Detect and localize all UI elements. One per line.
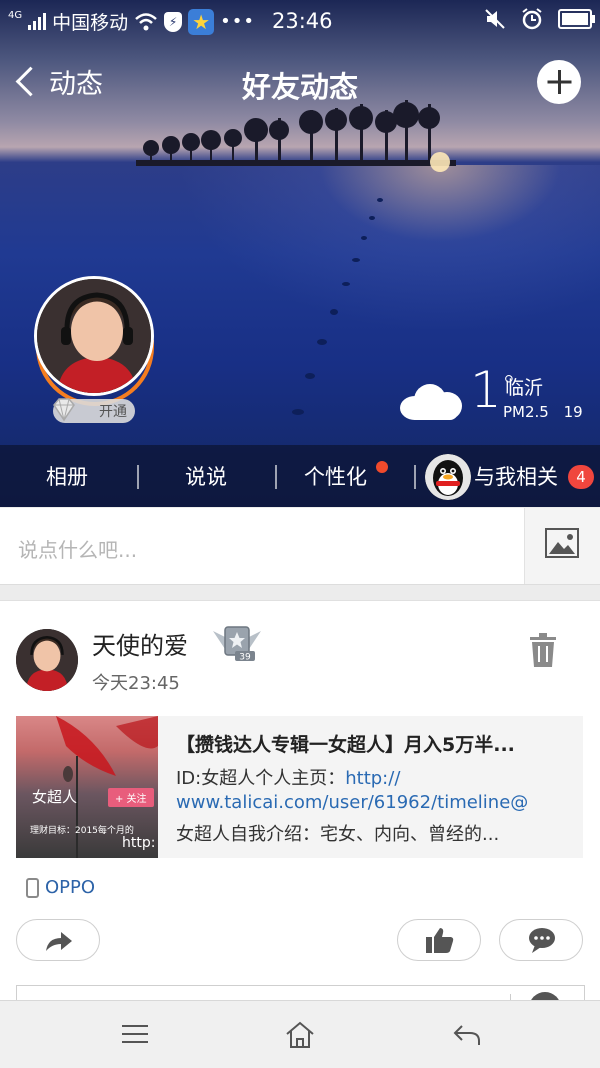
shared-line-1: ID:女超人个人主页：http:// — [176, 768, 401, 789]
weather-city: 临沂 — [505, 377, 544, 399]
qq-penguin-icon[interactable] — [425, 454, 471, 500]
phone-icon — [26, 877, 39, 898]
clock: 23:46 — [272, 9, 333, 33]
post-username[interactable]: 天使的爱 — [92, 626, 188, 661]
post-time: 今天23:45 — [92, 673, 180, 694]
weather-pm25: PM2.5 19 — [503, 403, 583, 421]
tab-divider — [275, 465, 277, 489]
forward-icon — [46, 932, 72, 951]
delete-icon[interactable] — [530, 633, 556, 667]
svg-text:39: 39 — [239, 653, 251, 663]
thumb-link: http: — [122, 835, 156, 851]
device-name: OPPO — [45, 877, 96, 898]
alarm-icon — [522, 8, 542, 30]
tab-album[interactable]: 相册 — [46, 461, 88, 491]
back-nav-icon[interactable] — [452, 1023, 482, 1047]
thumb-follow-tag: + 关注 — [108, 788, 154, 807]
shared-title: 【攒钱达人专辑一女超人】月入5万半... — [176, 734, 515, 756]
add-photo-button[interactable] — [524, 508, 600, 584]
add-button[interactable] — [537, 60, 581, 104]
vip-open-button[interactable]: 开通 — [53, 398, 135, 423]
profile-tabs: 相册 说说 个性化 与我相关 — [0, 445, 600, 507]
signal-icon — [28, 12, 47, 30]
star-app-icon: ★ — [188, 8, 215, 35]
tab-divider — [137, 465, 139, 489]
menu-icon[interactable] — [122, 1025, 148, 1043]
personalize-red-dot — [376, 461, 388, 473]
shared-line-3: 女超人自我介绍：宅女、内向、曾经的... — [176, 824, 500, 845]
compose-bar: 说点什么吧... — [0, 508, 600, 585]
network-type: 4G — [8, 10, 23, 21]
post-avatar[interactable] — [16, 629, 78, 691]
forward-button[interactable] — [16, 919, 100, 961]
thumbs-up-icon — [426, 928, 454, 953]
level-badge-icon: 39 — [213, 626, 261, 663]
image-icon — [545, 528, 579, 558]
tab-personalize[interactable]: 个性化 — [304, 461, 367, 491]
related-count-badge: 4 — [568, 465, 594, 489]
home-icon[interactable] — [285, 1021, 315, 1049]
post-device: OPPO — [26, 877, 95, 898]
system-nav-bar — [0, 1000, 600, 1068]
footprints — [292, 198, 383, 415]
page-title: 好友动态 — [241, 70, 358, 104]
shared-link-url[interactable]: www.talicai.com/user/61962/timeline@ — [176, 792, 528, 813]
feed-post: 天使的爱 39 今天23:45 女超人 + 关注 理财目标：2015每个月的 h… — [0, 600, 600, 1027]
avatar[interactable] — [34, 276, 154, 396]
comment-icon — [529, 928, 555, 953]
tab-related[interactable]: 与我相关 — [474, 461, 558, 491]
status-bar: 4G 中国移动 ⚡ ★ ••• 23:46 — [0, 0, 600, 40]
mute-icon — [485, 9, 505, 29]
vip-open-label: 开通 — [99, 404, 127, 420]
cloud-icon — [400, 380, 466, 420]
tab-shuoshuo[interactable]: 说说 — [185, 461, 227, 491]
shared-link-card[interactable]: 女超人 + 关注 理财目标：2015每个月的 http: 【攒钱达人专辑一女超人… — [16, 716, 583, 858]
wifi-icon — [135, 12, 157, 30]
like-button[interactable] — [397, 919, 481, 961]
thumb-subtitle: 理财目标：2015每个月的 — [30, 826, 134, 836]
shared-thumbnail: 女超人 + 关注 理财目标：2015每个月的 http: — [16, 716, 158, 858]
comment-button[interactable] — [499, 919, 583, 961]
thumb-title: 女超人 — [32, 788, 78, 806]
diamond-icon — [53, 398, 75, 422]
battery-icon — [558, 9, 595, 29]
carrier-name: 中国移动 — [52, 12, 129, 34]
compose-input[interactable]: 说点什么吧... — [18, 534, 137, 563]
more-notifications-icon: ••• — [220, 11, 255, 32]
shield-icon: ⚡ — [164, 11, 183, 32]
tab-divider — [414, 465, 416, 489]
